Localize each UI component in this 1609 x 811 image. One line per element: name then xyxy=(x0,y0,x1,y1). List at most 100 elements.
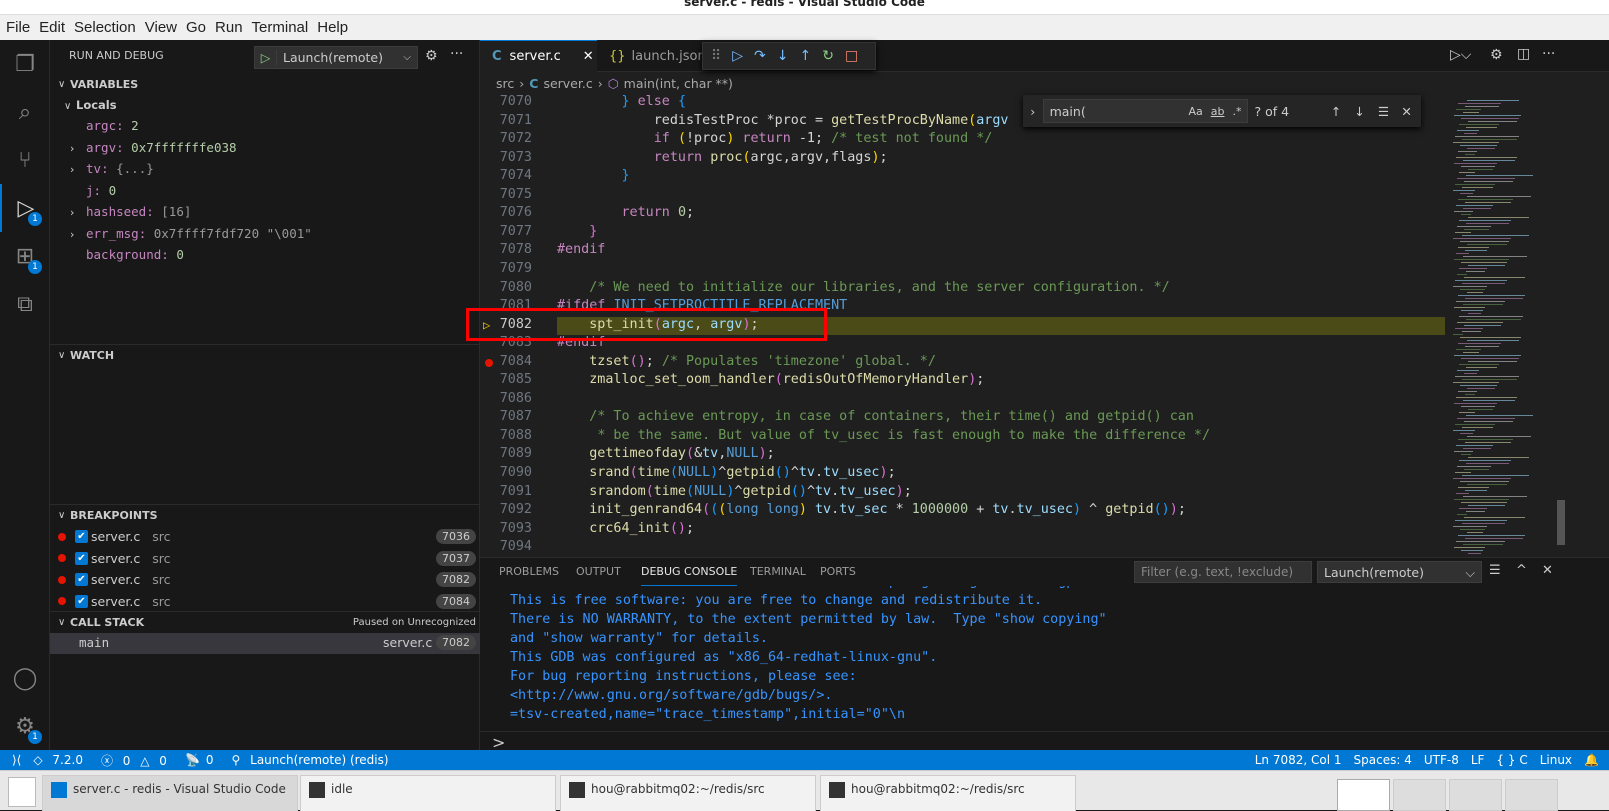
breakpoint-item[interactable]: ✔ server.c src 7084 xyxy=(50,591,480,612)
debug-status[interactable]: ⚲ Launch(remote) (redis) xyxy=(232,753,395,767)
encoding[interactable]: UTF-8 xyxy=(1424,753,1459,767)
find-input[interactable]: main( Aa ab .* xyxy=(1042,99,1249,123)
variables-section-header[interactable]: ∨ VARIABLES xyxy=(50,73,480,95)
scrollbar-thumb[interactable] xyxy=(1557,500,1565,545)
platform[interactable]: Linux xyxy=(1540,753,1572,767)
workspace-2[interactable] xyxy=(1393,779,1446,811)
find-in-selection-icon[interactable]: ☰ xyxy=(1378,104,1402,119)
breakpoint-item[interactable]: ✔ server.c src 7036 xyxy=(50,526,480,547)
watch-section-header[interactable]: ∨ WATCH xyxy=(50,344,480,366)
breakpoint-checkbox[interactable]: ✔ xyxy=(75,573,88,586)
menu-view[interactable]: View xyxy=(145,19,177,36)
menu-help[interactable]: Help xyxy=(317,19,348,36)
more-actions-icon[interactable]: ··· xyxy=(1542,46,1555,62)
toggle-replace-icon[interactable]: › xyxy=(1023,104,1043,119)
console-filter-input[interactable]: Filter (e.g. text, !exclude) xyxy=(1134,561,1312,583)
variable-argv[interactable]: › argv: 0x7fffffffe038 xyxy=(70,137,237,158)
run-debug-dropdown-icon[interactable]: ▷⌵ xyxy=(1450,47,1471,63)
menu-run[interactable]: Run xyxy=(215,19,243,36)
taskbar-window[interactable]: hou@rabbitmq02:~/redis/src xyxy=(560,775,816,811)
breakpoint-checkbox[interactable]: ✔ xyxy=(75,551,88,565)
breadcrumb-folder[interactable]: src xyxy=(496,76,514,91)
variable-tv[interactable]: › tv: {...} xyxy=(70,158,154,179)
search-view-button[interactable]: ⌕ xyxy=(0,88,50,136)
variable-argc[interactable]: argc: 2 xyxy=(70,115,139,136)
stop-icon[interactable]: □ xyxy=(845,48,858,64)
workspace-3[interactable] xyxy=(1449,779,1502,811)
tab-launch-json[interactable]: {} launch.json xyxy=(597,40,718,72)
manage-gear-button[interactable]: ⚙ 1 xyxy=(0,702,50,750)
language-mode[interactable]: { } C xyxy=(1496,753,1527,767)
match-case-icon[interactable]: Aa xyxy=(1188,105,1202,118)
callstack-frame[interactable]: main server.c 7082 xyxy=(50,633,480,654)
close-icon[interactable]: ✕ xyxy=(1542,563,1553,578)
breakpoints-section-header[interactable]: ∨ BREAKPOINTS xyxy=(50,504,480,526)
menu-edit[interactable]: Edit xyxy=(39,19,65,36)
cursor-position[interactable]: Ln 7082, Col 1 xyxy=(1255,753,1342,767)
indentation[interactable]: Spaces: 4 xyxy=(1354,753,1412,767)
breakpoint-dot-icon[interactable] xyxy=(485,358,493,367)
panel-tab-debug-console[interactable]: DEBUG CONSOLE xyxy=(641,558,738,586)
workspace-1[interactable] xyxy=(1337,779,1390,811)
chevron-right-icon[interactable]: › xyxy=(70,159,86,180)
more-actions-icon[interactable]: ··· xyxy=(450,46,463,62)
git-version[interactable]: ◇ 7.2.0 xyxy=(33,753,89,767)
variable-hashseed[interactable]: › hashseed: [16] xyxy=(70,201,191,222)
run-debug-view-button[interactable]: ▷ 1 xyxy=(0,184,50,232)
step-out-icon[interactable]: ↑ xyxy=(800,48,812,64)
minimap[interactable] xyxy=(1445,94,1555,557)
breakpoint-item[interactable]: ✔ server.c src 7082 xyxy=(50,569,480,590)
clear-console-icon[interactable]: ☰ xyxy=(1489,563,1501,578)
problems-status[interactable]: ⓧ 0 △ 0 xyxy=(101,752,173,769)
close-icon[interactable]: ✕ xyxy=(583,49,594,64)
chevron-right-icon[interactable]: › xyxy=(70,224,86,245)
panel-tab-ports[interactable]: PORTS xyxy=(820,558,856,586)
console-session-select[interactable]: Launch(remote) ⌵ xyxy=(1317,561,1482,583)
extensions-view-button[interactable]: ⊞ 1 xyxy=(0,232,50,280)
taskbar-window[interactable]: server.c - redis - Visual Studio Code xyxy=(42,775,298,811)
account-button[interactable]: ◯ xyxy=(0,654,50,702)
variable-background[interactable]: background: 0 xyxy=(70,244,184,265)
chevron-right-icon[interactable]: › xyxy=(70,138,86,159)
variable-j[interactable]: j: 0 xyxy=(70,180,116,201)
callstack-section-header[interactable]: ∨ CALL STACK Paused on Unrecognized xyxy=(50,611,480,633)
launch-config-select[interactable]: ▷ Launch(remote) ⌵ xyxy=(254,46,418,69)
drag-handle-icon[interactable]: ⠿ xyxy=(711,48,721,64)
line-ending[interactable]: LF xyxy=(1471,753,1485,767)
gear-icon[interactable]: ⚙ xyxy=(1490,47,1503,63)
maximize-panel-icon[interactable]: ^ xyxy=(1516,563,1527,578)
panel-tab-output[interactable]: OUTPUT xyxy=(576,558,621,586)
breakpoint-checkbox[interactable]: ✔ xyxy=(75,530,88,543)
regex-icon[interactable]: .* xyxy=(1232,105,1241,118)
files-view-button[interactable]: ❐ xyxy=(0,40,50,88)
taskbar-window[interactable]: hou@rabbitmq02:~/redis/src xyxy=(820,775,1076,811)
variable-err_msg[interactable]: › err_msg: 0x7ffff7fdf720 "\001" xyxy=(70,223,312,244)
previous-match-icon[interactable]: ↑ xyxy=(1331,104,1355,119)
breakpoint-item[interactable]: ✔ server.c src 7037 xyxy=(50,548,480,569)
restart-icon[interactable]: ↻ xyxy=(822,48,834,64)
menu-file[interactable]: File xyxy=(6,19,30,36)
menu-terminal[interactable]: Terminal xyxy=(252,19,309,36)
next-match-icon[interactable]: ↓ xyxy=(1354,104,1378,119)
close-icon[interactable]: ✕ xyxy=(1401,104,1421,119)
breadcrumb-symbol[interactable]: main(int, char **) xyxy=(624,76,733,91)
remote-explorer-view-button[interactable]: ⧉ xyxy=(0,280,50,328)
whole-word-icon[interactable]: ab xyxy=(1211,105,1225,118)
split-editor-icon[interactable]: ◫ xyxy=(1517,46,1530,62)
menu-selection[interactable]: Selection xyxy=(74,19,136,36)
panel-tab-problems[interactable]: PROBLEMS xyxy=(499,558,559,586)
workspace-4[interactable] xyxy=(1505,779,1558,811)
notifications-icon[interactable]: 🔔 xyxy=(1584,753,1599,767)
taskbar-window[interactable]: idle xyxy=(300,775,556,811)
tab-server-c[interactable]: Cserver.c ✕ xyxy=(480,40,597,72)
ports-status[interactable]: 📡 0 xyxy=(185,753,220,767)
continue-icon[interactable]: ▷ xyxy=(732,48,743,64)
step-over-icon[interactable]: ↷ xyxy=(754,48,766,64)
chevron-right-icon[interactable]: › xyxy=(70,202,86,223)
start-debugging-icon[interactable]: ▷ xyxy=(255,50,277,65)
remote-indicator-icon[interactable]: ⟩⟨ xyxy=(12,753,21,767)
locals-scope[interactable]: ∨ Locals xyxy=(64,95,117,115)
breadcrumb-file[interactable]: server.c xyxy=(543,76,592,91)
console-input[interactable]: > xyxy=(480,731,1609,752)
gear-icon[interactable]: ⚙ xyxy=(425,48,438,64)
